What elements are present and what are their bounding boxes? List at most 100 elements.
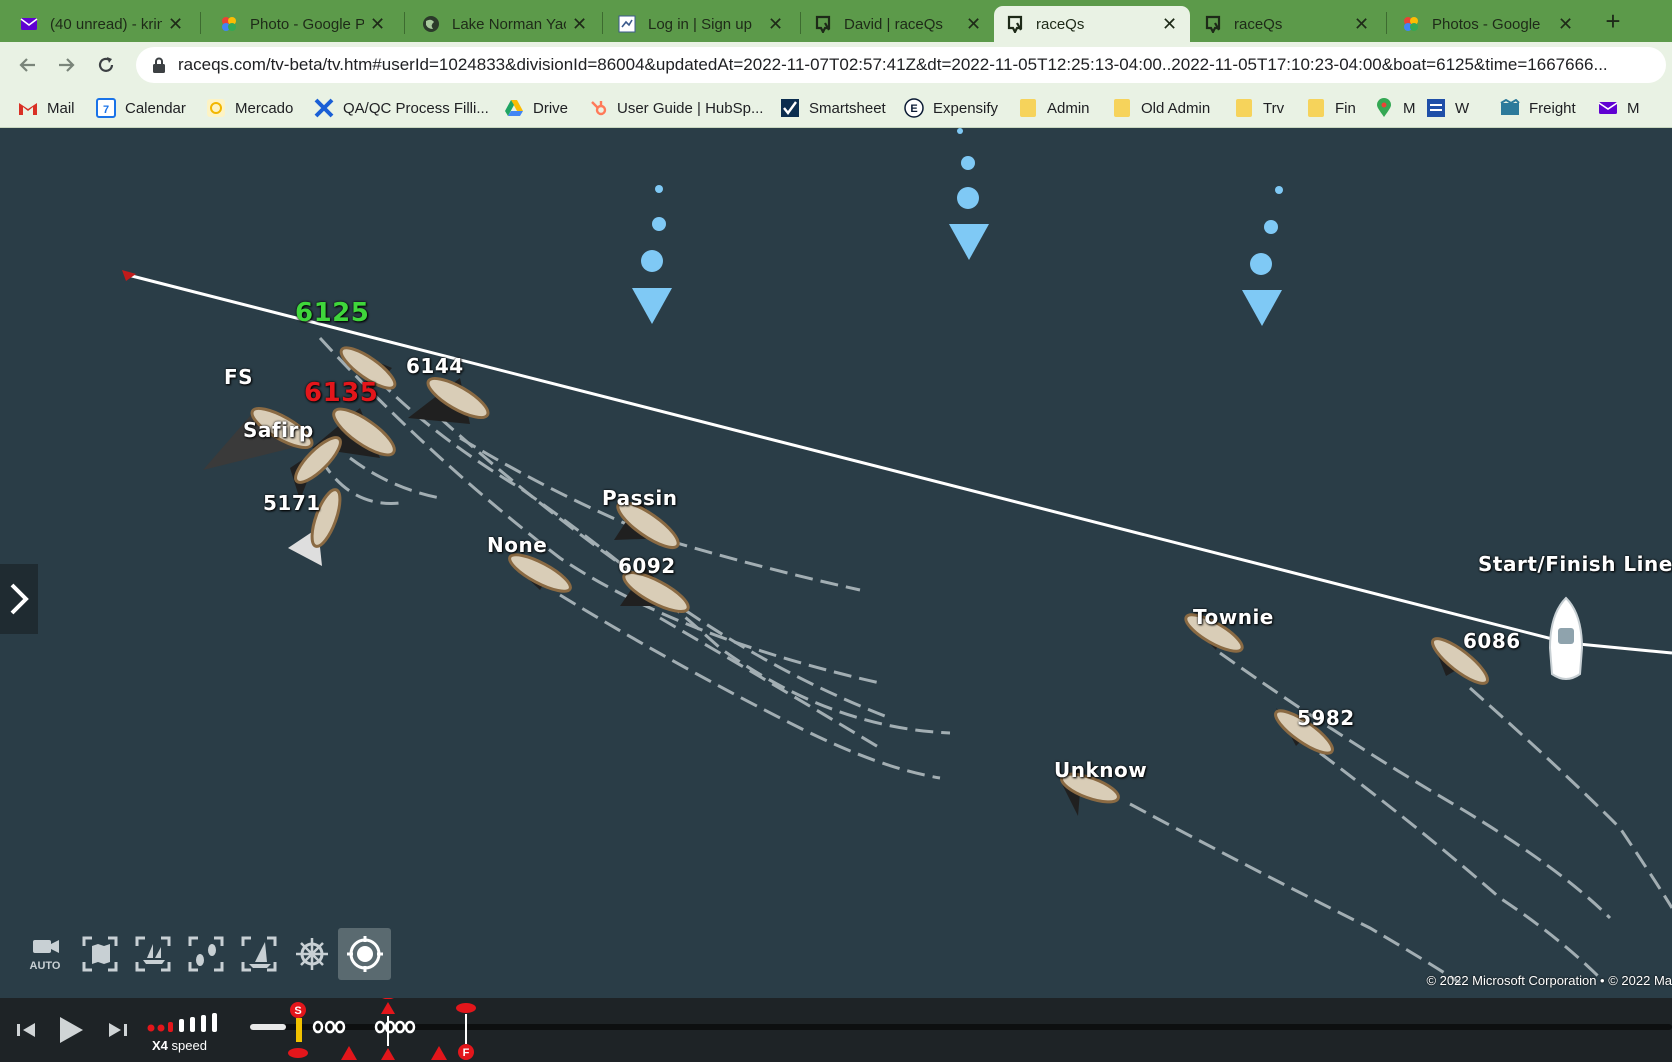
reload-button[interactable] xyxy=(90,49,122,81)
close-tab-icon[interactable]: ✕ xyxy=(768,14,784,35)
forward-arrow-icon xyxy=(59,58,75,72)
boat-label-unknow[interactable]: Unknow xyxy=(1054,758,1147,782)
marks-view-button[interactable] xyxy=(179,928,232,980)
helm-view-button[interactable] xyxy=(285,928,338,980)
expensify-icon: E xyxy=(904,98,924,118)
expand-panel-button[interactable] xyxy=(0,564,38,634)
target-icon xyxy=(346,936,383,972)
tab-david-raceqs[interactable]: David | raceQs ✕ xyxy=(802,6,994,42)
google-drive-icon xyxy=(504,98,524,118)
forward-button[interactable] xyxy=(50,49,82,81)
view-tools: AUTO xyxy=(20,928,391,984)
boat-label-6135[interactable]: 6135 xyxy=(304,378,378,408)
raceqs-icon xyxy=(1006,15,1024,33)
tab-title: Log in | Sign up xyxy=(648,15,752,33)
tab-google-photos[interactable]: Photos - Google ✕ xyxy=(1390,6,1586,42)
close-tab-icon[interactable]: ✕ xyxy=(1558,14,1574,35)
bookmark-label: Trv xyxy=(1263,99,1285,117)
boat-label-safirp[interactable]: Safirp xyxy=(243,418,314,442)
bookmark-trv[interactable]: Trv xyxy=(1234,97,1284,119)
gmail-icon xyxy=(18,98,38,118)
step-forward-button[interactable] xyxy=(100,1012,136,1048)
speed-selector[interactable] xyxy=(146,1008,236,1039)
event-markers xyxy=(312,1020,416,1034)
start-marker-label: S xyxy=(294,1005,301,1017)
fleet-view-button[interactable] xyxy=(126,928,179,980)
tab-raceqs-active[interactable]: raceQs ✕ xyxy=(994,6,1190,42)
address-bar[interactable]: raceqs.com/tv-beta/tv.htm#userId=1024833… xyxy=(136,47,1666,83)
map-fit-button[interactable] xyxy=(73,928,126,980)
warning-icon xyxy=(381,1048,395,1060)
tab-separator xyxy=(1386,12,1387,34)
close-tab-icon[interactable]: ✕ xyxy=(1354,14,1370,35)
tab-separator xyxy=(602,12,603,34)
close-tab-icon[interactable]: ✕ xyxy=(966,14,982,35)
boat-label-6086[interactable]: 6086 xyxy=(1463,629,1521,653)
bookmark-hubspot[interactable]: User Guide | HubSp... xyxy=(588,97,763,119)
bookmark-admin[interactable]: Admin xyxy=(1018,97,1090,119)
tab-separator xyxy=(800,12,801,34)
bookmark-calendar[interactable]: 7 Calendar xyxy=(96,97,186,119)
bookmark-smartsheet[interactable]: Smartsheet xyxy=(780,97,886,119)
boat-label-6144[interactable]: 6144 xyxy=(406,354,464,378)
map-fit-icon xyxy=(82,936,117,972)
bookmark-expensify[interactable]: E Expensify xyxy=(904,97,998,119)
tab-google-photo[interactable]: Photo - Google Pl ✕ xyxy=(208,6,398,42)
bookmark-qaqc[interactable]: QA/QC Process Filli... xyxy=(314,97,489,119)
bookmark-label: Expensify xyxy=(933,99,999,117)
speed-text: speed xyxy=(171,1038,207,1053)
speed-value: X4 xyxy=(152,1038,168,1053)
close-tab-icon[interactable]: ✕ xyxy=(572,14,588,35)
tab-login[interactable]: Log in | Sign up ✕ xyxy=(606,6,796,42)
boat-label-none[interactable]: None xyxy=(487,533,547,557)
tab-lake-norman[interactable]: Lake Norman Yac ✕ xyxy=(410,6,600,42)
folder-icon xyxy=(1306,98,1326,118)
boat-label-5982[interactable]: 5982 xyxy=(1297,706,1355,730)
boat-label-6092[interactable]: 6092 xyxy=(618,554,676,578)
new-tab-button[interactable]: + xyxy=(1598,6,1628,36)
boat-label-5171[interactable]: 5171 xyxy=(263,491,321,515)
committee-boat-icon xyxy=(1548,596,1584,680)
bookmark-mercado[interactable]: Mercado xyxy=(206,97,293,119)
bookmark-old-admin[interactable]: Old Admin xyxy=(1112,97,1210,119)
tab-title: Lake Norman Yac xyxy=(452,15,566,33)
boat-label-fs[interactable]: FS xyxy=(224,365,253,389)
tab-yahoo-mail[interactable]: (40 unread) - krin ✕ xyxy=(8,6,196,42)
wind-arrow-icon xyxy=(1242,290,1282,326)
speed-bars-icon xyxy=(147,1013,217,1032)
bookmark-weather[interactable]: W xyxy=(1426,97,1469,119)
bookmark-maps[interactable]: M xyxy=(1374,97,1416,119)
target-button[interactable] xyxy=(338,928,391,980)
marks-view-icon xyxy=(188,936,223,972)
globe-icon xyxy=(422,15,440,33)
camera-auto-button[interactable]: AUTO xyxy=(20,928,73,980)
tab-raceqs[interactable]: raceQs ✕ xyxy=(1192,6,1382,42)
close-tab-icon[interactable]: ✕ xyxy=(370,14,386,35)
bookmark-mail[interactable]: Mail xyxy=(18,97,75,119)
boat-view-button[interactable] xyxy=(232,928,285,980)
bookmark-drive[interactable]: Drive xyxy=(504,97,568,119)
boat-icon[interactable] xyxy=(408,371,493,424)
google-photos-icon xyxy=(220,15,238,33)
play-button[interactable] xyxy=(52,1012,88,1048)
bookmark-label: Mercado xyxy=(235,99,294,117)
bookmark-yahoo-mail[interactable]: M xyxy=(1598,97,1640,119)
back-button[interactable] xyxy=(12,49,44,81)
race-map[interactable]: 6125 6144 FS 6135 Safirp 5171 Passin Non… xyxy=(0,128,1672,998)
playhead[interactable] xyxy=(296,1018,302,1042)
boat-label-passin[interactable]: Passin xyxy=(602,486,678,510)
yahoo-mail-icon xyxy=(1598,98,1618,118)
step-back-button[interactable] xyxy=(8,1012,44,1048)
bookmark-fin[interactable]: Fin xyxy=(1306,97,1356,119)
map-copyright: © 2022 Microsoft Corporation • © 2022 Ma xyxy=(1426,973,1672,988)
boat-label-townie[interactable]: Townie xyxy=(1193,605,1274,629)
bookmark-label: Old Admin xyxy=(1141,99,1211,117)
bookmark-freight[interactable]: Freight xyxy=(1500,97,1576,119)
boat-label-6125[interactable]: 6125 xyxy=(295,298,369,328)
close-tab-icon[interactable]: ✕ xyxy=(1162,14,1178,35)
bookmark-label: User Guide | HubSp... xyxy=(617,99,764,117)
google-maps-icon xyxy=(1374,98,1394,118)
close-tab-icon[interactable]: ✕ xyxy=(168,14,184,35)
url-text: raceqs.com/tv-beta/tv.htm#userId=1024833… xyxy=(178,55,1608,74)
track-trail xyxy=(349,456,441,500)
